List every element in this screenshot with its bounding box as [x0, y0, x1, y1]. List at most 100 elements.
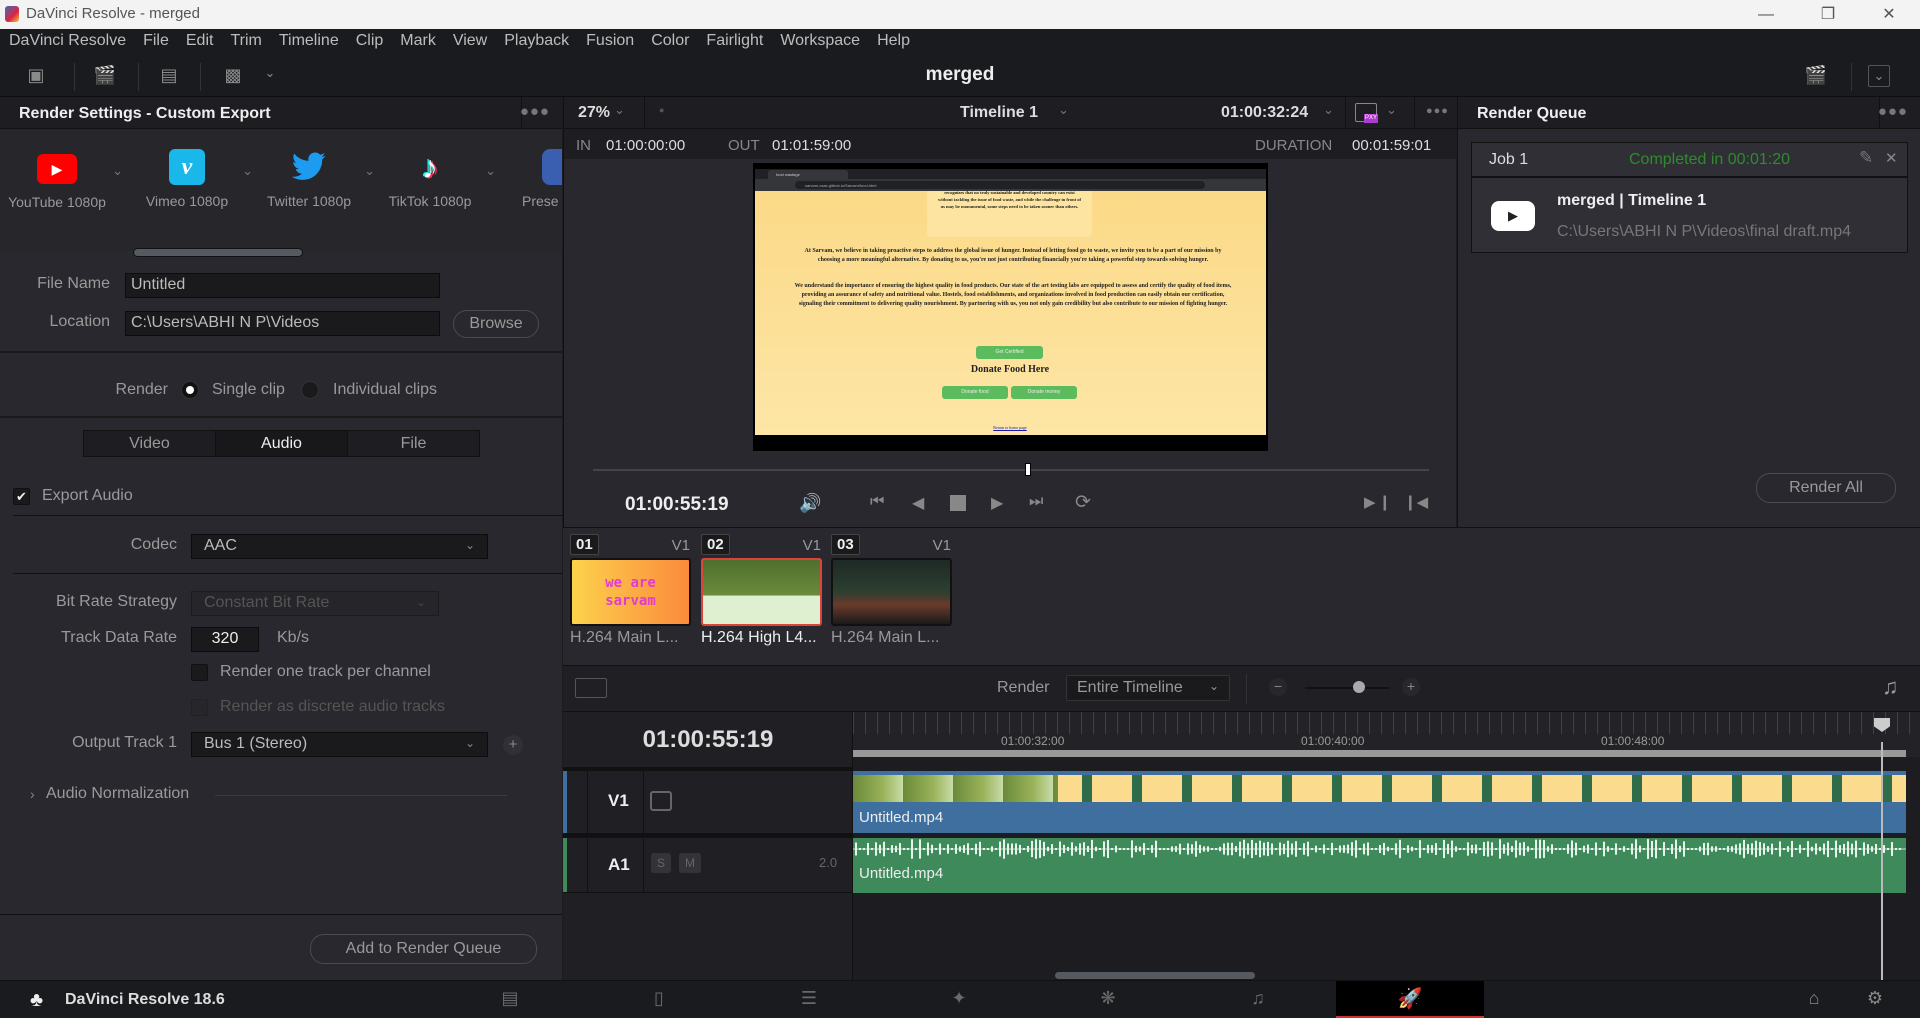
- menu-fusion[interactable]: Fusion: [577, 29, 642, 57]
- out-timecode[interactable]: 01:01:59:00: [772, 137, 851, 154]
- chevron-down-icon[interactable]: ⌄: [614, 102, 625, 118]
- color-page-icon[interactable]: ❋: [1090, 988, 1126, 1012]
- menu-view[interactable]: View: [444, 29, 495, 57]
- maximize-button[interactable]: ❐: [1805, 0, 1851, 29]
- edit-job-icon[interactable]: ✎: [1859, 148, 1873, 168]
- tab-audio[interactable]: Audio: [216, 431, 348, 456]
- zoom-slider-handle[interactable]: [1353, 681, 1365, 693]
- single-clip-label[interactable]: Single clip: [212, 381, 285, 399]
- preset-scrollbar[interactable]: [133, 248, 303, 257]
- viewer-scrubber[interactable]: [593, 469, 1429, 471]
- file-name-input[interactable]: Untitled: [125, 273, 440, 298]
- browse-button[interactable]: Browse: [453, 310, 539, 338]
- one-track-per-channel-checkbox[interactable]: [191, 664, 208, 681]
- track-header-a1[interactable]: A1 S M 2.0: [563, 838, 853, 893]
- next-clip-icon[interactable]: ▶ ❙: [1364, 493, 1391, 511]
- timeline-area[interactable]: 01:00:32:00 01:00:40:00 01:00:48:00 Unti…: [853, 712, 1920, 980]
- solo-button[interactable]: S: [651, 853, 671, 873]
- menu-davinci-resolve[interactable]: DaVinci Resolve: [0, 29, 134, 57]
- viewer-timecode[interactable]: 01:00:32:24: [1221, 104, 1308, 122]
- menu-clip[interactable]: Clip: [347, 29, 392, 57]
- audio-normalization-toggle[interactable]: Audio Normalization: [46, 785, 189, 803]
- menu-trim[interactable]: Trim: [221, 29, 269, 57]
- preset-vimeo[interactable]: v ⌄ Vimeo 1080p: [127, 149, 253, 209]
- codec-dropdown[interactable]: AAC ⌄: [191, 534, 488, 559]
- individual-clips-radio[interactable]: [301, 381, 319, 399]
- preset-youtube[interactable]: ▶ ⌄ YouTube 1080p: [0, 149, 123, 210]
- fusion-page-icon[interactable]: ✦: [941, 988, 977, 1012]
- tab-file[interactable]: File: [348, 431, 479, 456]
- audio-music-icon[interactable]: ♫: [1882, 674, 1899, 700]
- tab-video[interactable]: Video: [84, 431, 216, 456]
- chevron-down-icon[interactable]: ⌄: [112, 163, 123, 179]
- render-all-button[interactable]: Render All: [1756, 473, 1896, 503]
- mute-button[interactable]: M: [679, 853, 701, 873]
- media-page-icon[interactable]: ▤: [492, 988, 528, 1012]
- preset-tiktok[interactable]: ♪ ⌄ TikTok 1080p: [370, 149, 496, 210]
- fairlight-page-icon[interactable]: ♫: [1240, 988, 1276, 1012]
- zoom-in-button[interactable]: +: [1402, 678, 1420, 696]
- render-job[interactable]: Job 1 Completed in 00:01:20 ✎ ✕ ▶ merged…: [1471, 142, 1908, 253]
- location-input[interactable]: C:\Users\ABHI N P\Videos: [125, 311, 440, 336]
- remove-job-icon[interactable]: ✕: [1885, 149, 1898, 167]
- more-options-icon[interactable]: ●●●: [520, 103, 550, 120]
- chevron-down-icon[interactable]: ⌄: [1386, 102, 1397, 118]
- volume-icon[interactable]: 🔊: [799, 493, 821, 514]
- output-track-dropdown[interactable]: Bus 1 (Stereo) ⌄: [191, 732, 488, 757]
- menu-edit[interactable]: Edit: [177, 29, 222, 57]
- timeline-selector[interactable]: Timeline 1: [960, 104, 1038, 122]
- menu-file[interactable]: File: [134, 29, 177, 57]
- clip-thumbnail-03[interactable]: 03 V1 H.264 Main L...: [831, 534, 955, 647]
- chevron-down-icon[interactable]: ⌄: [1058, 102, 1069, 118]
- track-header-v1[interactable]: V1: [563, 771, 853, 834]
- stop-icon[interactable]: [950, 495, 966, 511]
- settings-gear-icon[interactable]: ⚙: [1857, 988, 1893, 1012]
- playhead[interactable]: [1881, 742, 1883, 980]
- render-queue-toggle-icon[interactable]: 🎬: [1802, 65, 1830, 87]
- video-clip[interactable]: Untitled.mp4: [853, 771, 1906, 834]
- chevron-down-icon[interactable]: ⌄: [485, 163, 496, 179]
- menu-playback[interactable]: Playback: [495, 29, 577, 57]
- zoom-out-button[interactable]: −: [1269, 678, 1287, 696]
- timeline-zoom-slider[interactable]: [1305, 687, 1389, 689]
- audio-clip[interactable]: Untitled.mp4: [853, 838, 1906, 893]
- menu-mark[interactable]: Mark: [391, 29, 444, 57]
- chevron-down-icon[interactable]: ⌄: [1868, 65, 1890, 87]
- chevron-right-icon[interactable]: ›: [30, 786, 35, 802]
- single-clip-radio[interactable]: [181, 381, 199, 399]
- menu-workspace[interactable]: Workspace: [771, 29, 868, 57]
- scrubber-handle[interactable]: [1024, 463, 1031, 476]
- timeline-horizontal-scrollbar[interactable]: [1055, 972, 1255, 979]
- more-options-icon[interactable]: ●●●: [1878, 103, 1908, 120]
- more-options-icon[interactable]: ●●●: [1426, 105, 1449, 117]
- in-timecode[interactable]: 01:00:00:00: [606, 137, 685, 154]
- cut-page-icon[interactable]: ▯: [641, 988, 677, 1012]
- play-icon[interactable]: ▶: [991, 493, 1003, 513]
- add-output-track-button[interactable]: +: [503, 735, 523, 755]
- home-icon[interactable]: ⌂: [1796, 988, 1832, 1012]
- preset-presentation[interactable]: Prese: [500, 149, 562, 209]
- export-audio-checkbox[interactable]: ✔: [13, 488, 30, 505]
- chevron-down-icon[interactable]: ⌄: [1323, 102, 1334, 118]
- preset-twitter[interactable]: ⌄ Twitter 1080p: [249, 149, 375, 209]
- menu-fairlight[interactable]: Fairlight: [697, 29, 771, 57]
- clip-thumbnail-02[interactable]: 02 V1 H.264 High L4...: [701, 534, 825, 647]
- reverse-icon[interactable]: ◀: [912, 493, 924, 513]
- clip-thumbnail-01[interactable]: 01 V1 we are sarvam H.264 Main L...: [570, 534, 694, 647]
- deliver-page-tab[interactable]: 🚀: [1336, 981, 1484, 1018]
- jump-to-start-icon[interactable]: ⏮: [870, 493, 884, 511]
- jump-to-end-icon[interactable]: ⏭: [1029, 493, 1043, 511]
- close-button[interactable]: ✕: [1866, 0, 1912, 29]
- menu-timeline[interactable]: Timeline: [270, 29, 347, 57]
- edit-page-icon[interactable]: ☰: [791, 988, 827, 1012]
- menu-color[interactable]: Color: [642, 29, 697, 57]
- video-preview[interactable]: food wastage sarvam.osac.github.io/Sarva…: [753, 163, 1268, 451]
- minimize-button[interactable]: —: [1743, 0, 1789, 29]
- add-to-render-queue-button[interactable]: Add to Render Queue: [310, 934, 537, 964]
- loop-icon[interactable]: ⟳: [1075, 491, 1091, 514]
- render-range-dropdown[interactable]: Entire Timeline ⌄: [1066, 675, 1230, 701]
- previous-clip-icon[interactable]: ❙◀: [1404, 493, 1428, 511]
- menu-help[interactable]: Help: [868, 29, 918, 57]
- timeline-view-options-icon[interactable]: [575, 678, 607, 698]
- viewer-zoom-dropdown[interactable]: 27%: [578, 104, 610, 122]
